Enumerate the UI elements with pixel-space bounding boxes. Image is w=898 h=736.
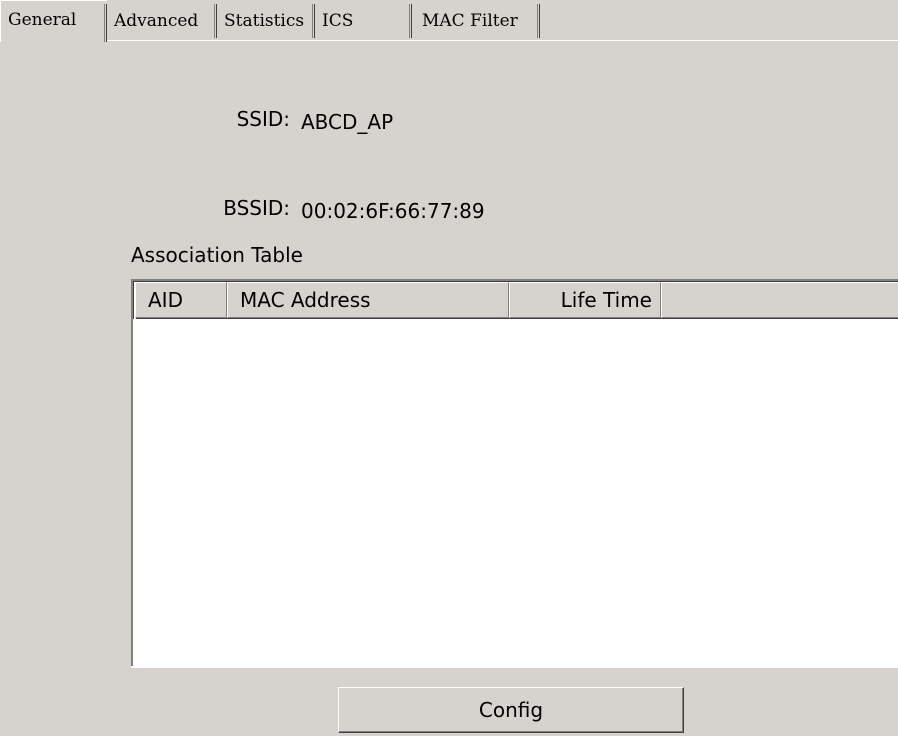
tab-advanced-label: Advanced bbox=[114, 11, 199, 31]
bssid-value: 00:02:6F:66:77:89 bbox=[301, 199, 485, 223]
tab-statistics[interactable]: Statistics bbox=[217, 2, 315, 40]
column-header-aid[interactable]: AID bbox=[135, 282, 227, 318]
tab-statistics-label: Statistics bbox=[224, 11, 305, 31]
tab-ics[interactable]: ICS bbox=[315, 2, 412, 40]
ssid-label: SSID: bbox=[236, 107, 290, 131]
association-table[interactable]: AID MAC Address Life Time bbox=[131, 279, 898, 668]
table-header: AID MAC Address Life Time bbox=[135, 282, 898, 318]
tab-advanced[interactable]: Advanced bbox=[107, 2, 217, 40]
tab-mac-filter[interactable]: MAC Filter bbox=[412, 2, 540, 40]
tab-mac-filter-label: MAC Filter bbox=[422, 11, 518, 31]
table-bottom-edge bbox=[131, 666, 898, 668]
config-button[interactable]: Config bbox=[338, 687, 684, 733]
association-table-label: Association Table bbox=[131, 243, 303, 267]
tab-strip: General Advanced Statistics ICS MAC Filt… bbox=[0, 0, 898, 42]
tab-general-label: General bbox=[8, 10, 77, 30]
column-header-life-time[interactable]: Life Time bbox=[509, 282, 661, 318]
table-body[interactable] bbox=[133, 319, 898, 668]
column-header-mac-address[interactable]: MAC Address bbox=[227, 282, 509, 318]
ap-settings-panel: General Advanced Statistics ICS MAC Filt… bbox=[0, 0, 898, 736]
bssid-label: BSSID: bbox=[223, 196, 290, 220]
column-header-filler bbox=[661, 282, 898, 318]
tab-general[interactable]: General bbox=[0, 0, 107, 42]
tab-ics-label: ICS bbox=[322, 11, 354, 31]
tab-baseline bbox=[0, 40, 898, 41]
ssid-value: ABCD_AP bbox=[301, 110, 394, 134]
